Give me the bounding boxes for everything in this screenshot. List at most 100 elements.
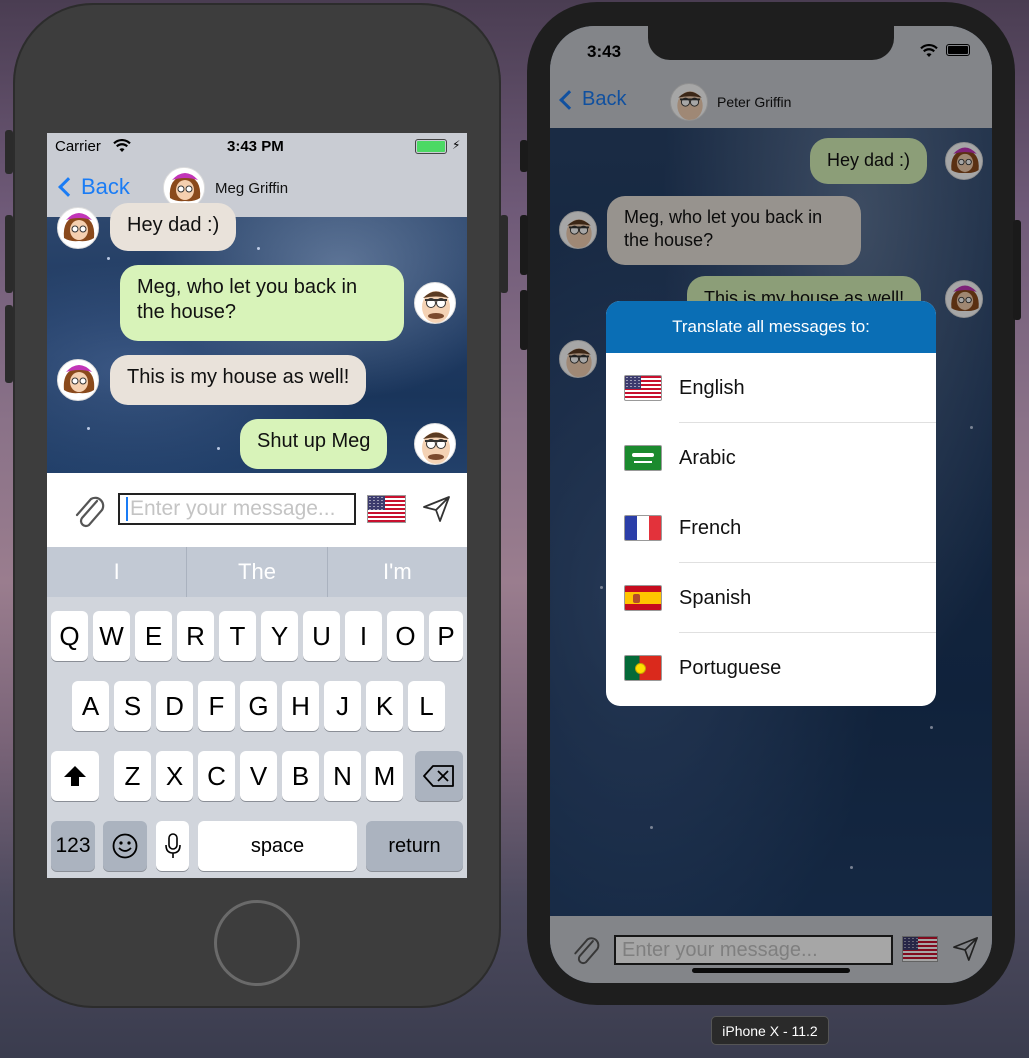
language-option-spanish[interactable]: Spanish: [606, 563, 936, 633]
key[interactable]: J: [324, 681, 361, 731]
france-flag-icon: [624, 515, 662, 541]
suggestion-item[interactable]: The: [187, 547, 328, 597]
text-caret: [126, 497, 128, 521]
key[interactable]: R: [177, 611, 214, 661]
peter-avatar-icon: [422, 291, 450, 323]
microphone-icon: [164, 833, 181, 858]
key[interactable]: Z: [114, 751, 151, 801]
message-bubble[interactable]: Meg, who let you back in the house?: [120, 265, 404, 341]
key[interactable]: F: [198, 681, 235, 731]
meg-avatar-icon: [63, 213, 95, 242]
language-label: French: [679, 516, 742, 539]
chat-area[interactable]: Hey dad :) Meg, who let you back in the …: [47, 203, 467, 473]
mute-switch: [520, 140, 528, 172]
key[interactable]: V: [240, 751, 277, 801]
language-option-english[interactable]: English: [606, 353, 936, 423]
language-label: Spanish: [679, 586, 752, 609]
key[interactable]: K: [366, 681, 403, 731]
spain-flag-icon: [624, 585, 662, 611]
message-bubble[interactable]: This is my house as well!: [110, 355, 367, 405]
language-option-french[interactable]: French: [606, 493, 936, 563]
key[interactable]: N: [324, 751, 361, 801]
message-bubble[interactable]: Hey dad :): [110, 203, 237, 251]
keyboard: Q W E R T Y U I O P A S D F G H J K L Z …: [47, 597, 467, 878]
message-avatar: [57, 359, 99, 401]
space-key[interactable]: space: [198, 821, 357, 871]
simulator-device-label: iPhone X - 11.2: [711, 1016, 829, 1045]
side-button: [1013, 220, 1021, 320]
power-button: [500, 215, 508, 293]
key[interactable]: O: [387, 611, 424, 661]
language-label: Portuguese: [679, 656, 782, 679]
send-icon[interactable]: [422, 495, 452, 523]
return-key[interactable]: return: [366, 821, 463, 871]
key[interactable]: U: [303, 611, 340, 661]
key[interactable]: C: [198, 751, 235, 801]
contact-name: Meg Griffin: [215, 180, 289, 197]
volume-up-button: [520, 215, 528, 275]
key[interactable]: B: [282, 751, 319, 801]
notch: [648, 26, 894, 60]
language-option-portuguese[interactable]: Portuguese: [606, 633, 936, 703]
message-avatar: [57, 207, 99, 249]
key[interactable]: D: [156, 681, 193, 731]
message-input-bar: Enter your message...: [47, 473, 467, 547]
charging-bolt-icon: ⚡: [452, 138, 461, 152]
meg-avatar-icon: [63, 365, 95, 394]
suggestion-item[interactable]: I'm: [328, 547, 467, 597]
iphone8-screen: Carrier 3:43 PM ⚡ Back Meg Griffin Hey d…: [47, 133, 467, 878]
nav-bar: Back Meg Griffin: [47, 161, 467, 217]
language-option-arabic[interactable]: Arabic: [606, 423, 936, 493]
message-bubble[interactable]: Shut up Meg: [240, 419, 388, 469]
emoji-icon: [112, 833, 138, 859]
volume-down-button: [5, 305, 13, 383]
back-button-label: Back: [81, 174, 130, 199]
carrier-label: Carrier: [55, 138, 101, 155]
backspace-icon: [423, 765, 454, 787]
delete-key[interactable]: [415, 751, 463, 801]
key[interactable]: G: [240, 681, 277, 731]
shift-key[interactable]: [51, 751, 99, 801]
message-avatar: [414, 423, 456, 465]
key[interactable]: Y: [261, 611, 298, 661]
key[interactable]: L: [408, 681, 445, 731]
language-label: English: [679, 376, 745, 399]
mute-switch: [5, 130, 13, 174]
volume-down-button: [520, 290, 528, 350]
emoji-key[interactable]: [103, 821, 147, 871]
predictive-bar: I The I'm: [47, 547, 467, 597]
status-time: 3:43 PM: [227, 138, 284, 155]
dictation-key[interactable]: [156, 821, 189, 871]
key[interactable]: W: [93, 611, 130, 661]
message-avatar: [414, 282, 456, 324]
key[interactable]: E: [135, 611, 172, 661]
key[interactable]: T: [219, 611, 256, 661]
translate-sheet: Translate all messages to: English Arabi…: [606, 301, 936, 706]
chevron-left-icon: [58, 177, 78, 197]
key[interactable]: S: [114, 681, 151, 731]
key[interactable]: I: [345, 611, 382, 661]
suggestion-item[interactable]: I: [47, 547, 188, 597]
wifi-icon: [113, 139, 131, 152]
key[interactable]: M: [366, 751, 403, 801]
language-flag-button[interactable]: [367, 495, 406, 523]
back-button[interactable]: Back: [58, 174, 130, 200]
paperclip-icon[interactable]: [71, 491, 105, 529]
translate-sheet-title: Translate all messages to:: [606, 301, 936, 353]
key[interactable]: Q: [51, 611, 88, 661]
message-input-placeholder: Enter your message...: [130, 497, 336, 520]
message-input[interactable]: Enter your message...: [118, 493, 356, 525]
volume-up-button: [5, 215, 13, 293]
us-flag-icon: [624, 375, 662, 401]
home-button[interactable]: [214, 900, 300, 986]
key[interactable]: H: [282, 681, 319, 731]
numbers-key[interactable]: 123: [51, 821, 95, 871]
status-bar: Carrier 3:43 PM ⚡: [47, 133, 467, 161]
key[interactable]: X: [156, 751, 193, 801]
key[interactable]: A: [72, 681, 109, 731]
shift-arrow-icon: [64, 766, 86, 786]
battery-icon: [415, 139, 447, 154]
peter-avatar-icon: [422, 432, 450, 464]
key[interactable]: P: [429, 611, 463, 661]
language-label: Arabic: [679, 446, 736, 469]
